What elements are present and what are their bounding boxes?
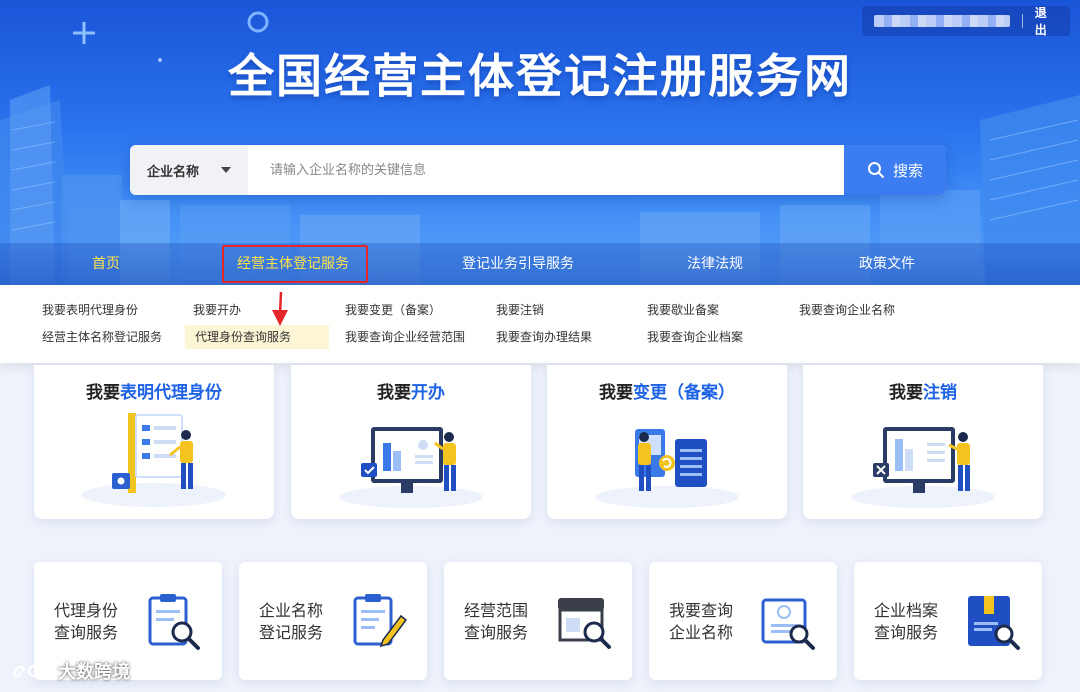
card-label: 代理身份 查询服务 xyxy=(54,601,119,642)
menu-item-query-result[interactable]: 我要查询办理结果 xyxy=(492,325,596,349)
nav-business-guide[interactable]: 登记业务引导服务 xyxy=(462,243,574,285)
caret-down-icon xyxy=(221,167,231,173)
topbar-divider xyxy=(1021,14,1023,28)
card-title: 我要变更（备案） xyxy=(599,383,735,403)
menu-item-query-archive[interactable]: 我要查询企业档案 xyxy=(643,325,747,349)
menu-item-name-registration[interactable]: 经营主体名称登记服务 xyxy=(38,325,166,349)
menu-item-deregister[interactable]: 我要注销 xyxy=(492,298,548,322)
user-topbar: 退出 xyxy=(862,4,1070,38)
nav-laws[interactable]: 法律法规 xyxy=(687,243,743,285)
card-open-business[interactable]: 我要开办 xyxy=(291,365,531,519)
card-label: 企业档案 查询服务 xyxy=(874,601,939,642)
menu-item-query-business-scope[interactable]: 我要查询企业经营范围 xyxy=(341,325,469,349)
card-declare-agent[interactable]: 我要表明代理身份 xyxy=(34,365,274,519)
change-filing-illustration xyxy=(595,429,739,508)
card-title: 我要注销 xyxy=(889,383,957,403)
search-type-select[interactable]: 企业名称 xyxy=(130,145,248,195)
clipboard-pen-icon xyxy=(353,594,408,648)
card-title: 我要开办 xyxy=(377,383,445,403)
search-button[interactable]: 搜索 xyxy=(844,145,946,195)
watermark-logo-icon xyxy=(12,664,52,678)
open-business-illustration xyxy=(339,427,483,508)
site-title: 全国经营主体登记注册服务网 xyxy=(228,49,852,103)
card-query-company-name[interactable]: 我要查询 企业名称 xyxy=(649,562,837,680)
menu-item-open-business[interactable]: 我要开办 xyxy=(189,298,245,322)
card-deregister[interactable]: 我要注销 xyxy=(803,365,1043,519)
clipboard-search-icon xyxy=(148,594,200,650)
storefront-search-icon xyxy=(558,598,611,649)
watermark: 大数跨境 xyxy=(8,658,130,684)
main-nav: 首页 经营主体登记服务 登记业务引导服务 法律法规 政策文件 xyxy=(0,243,1080,285)
card-title: 我要表明代理身份 xyxy=(86,383,222,403)
card-label: 我要查询 企业名称 xyxy=(669,601,734,642)
card-label: 经营范围 查询服务 xyxy=(464,601,529,642)
watermark-text: 大数跨境 xyxy=(58,662,130,683)
menu-item-change-filing[interactable]: 我要变更（备案） xyxy=(341,298,445,322)
search-bar: 企业名称 搜索 xyxy=(130,145,946,195)
registration-dropdown-menu: 我要表明代理身份 我要开办 我要变更（备案） 我要注销 我要歇业备案 我要查询企… xyxy=(0,285,1080,363)
card-business-scope-query[interactable]: 经营范围 查询服务 xyxy=(444,562,632,680)
search-type-label: 企业名称 xyxy=(146,164,199,180)
certificate-search-icon xyxy=(761,598,815,650)
menu-item-agent-identity-query[interactable]: 代理身份查询服务 xyxy=(185,325,330,349)
deregister-illustration xyxy=(851,427,995,508)
card-archive-query[interactable]: 企业档案 查询服务 xyxy=(854,562,1042,680)
user-name-blurred[interactable] xyxy=(874,15,1010,27)
folder-search-icon xyxy=(968,596,1020,650)
search-button-label: 搜索 xyxy=(892,161,923,180)
annotation-arrow-icon xyxy=(272,291,288,326)
nav-policy-docs[interactable]: 政策文件 xyxy=(859,243,915,285)
search-icon xyxy=(867,162,884,178)
search-input[interactable] xyxy=(248,145,844,195)
nav-entity-registration[interactable]: 经营主体登记服务 xyxy=(237,243,349,285)
menu-item-suspension-filing[interactable]: 我要歇业备案 xyxy=(643,298,723,322)
logout-link[interactable]: 退出 xyxy=(1035,4,1058,38)
card-name-registration[interactable]: 企业名称 登记服务 xyxy=(239,562,427,680)
menu-item-declare-agent[interactable]: 我要表明代理身份 xyxy=(38,298,142,322)
card-change-filing[interactable]: 我要变更（备案） xyxy=(547,365,787,519)
nav-home[interactable]: 首页 xyxy=(92,243,120,285)
menu-item-query-company-name[interactable]: 我要查询企业名称 xyxy=(795,298,899,322)
agent-identity-illustration xyxy=(82,413,226,507)
card-label: 企业名称 登记服务 xyxy=(259,601,324,642)
